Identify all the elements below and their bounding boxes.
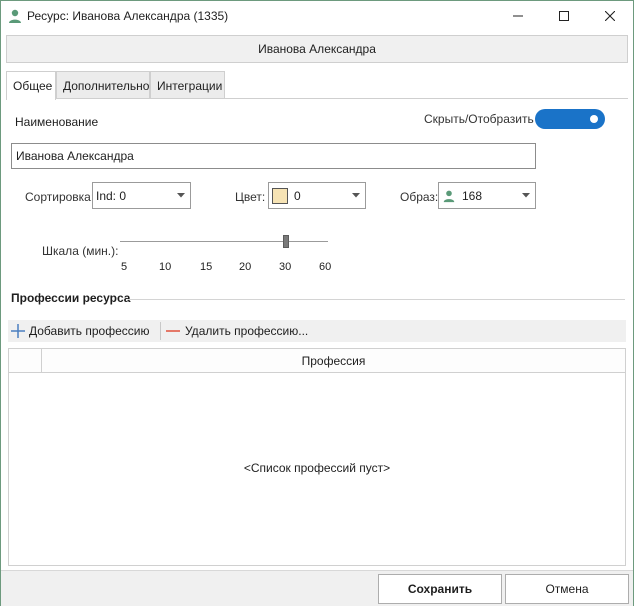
- image-value: 168: [462, 188, 483, 203]
- cancel-button[interactable]: Отмена: [505, 574, 629, 604]
- grid-header: Профессия: [9, 349, 625, 373]
- delete-profession-button[interactable]: Удалить профессию...: [166, 320, 308, 342]
- tab-integrations[interactable]: Интеграции: [150, 71, 225, 99]
- chevron-down-icon[interactable]: [172, 193, 190, 198]
- scale-tick: 10: [159, 261, 172, 273]
- sort-label: Сортировка:: [25, 190, 95, 204]
- scale-label: Шкала (мин.):: [42, 244, 119, 258]
- professions-toolbar: Добавить профессию Удалить профессию...: [8, 320, 626, 342]
- scale-slider-track[interactable]: [120, 241, 328, 242]
- name-label: Наименование: [15, 115, 99, 129]
- add-profession-button[interactable]: Добавить профессию: [11, 320, 149, 342]
- profession-column-header[interactable]: Профессия: [42, 349, 625, 372]
- row-selector-header[interactable]: [9, 349, 42, 372]
- tab-additional[interactable]: Дополнительно: [56, 71, 150, 99]
- minimize-button[interactable]: [495, 1, 541, 31]
- professions-grid[interactable]: Профессия <Список профессий пуст>: [8, 348, 626, 566]
- plus-icon: [11, 324, 25, 338]
- resource-caption: Иванова Александра: [6, 35, 628, 63]
- sort-value: Ind: 0: [96, 188, 127, 203]
- color-value: 0: [294, 188, 301, 203]
- scale-slider-thumb[interactable]: [283, 235, 289, 248]
- title-bar[interactable]: Ресурс: Иванова Александра (1335): [1, 1, 633, 31]
- color-swatch: [272, 187, 288, 204]
- person-icon: [439, 189, 459, 203]
- sort-select[interactable]: Ind: 0: [92, 182, 191, 209]
- visibility-toggle[interactable]: [535, 109, 605, 129]
- scale-tick: 20: [239, 261, 252, 273]
- color-select[interactable]: 0: [268, 182, 366, 209]
- professions-section-title: Профессии ресурса: [11, 291, 131, 305]
- toggle-knob: [590, 115, 598, 123]
- scale-tick: 15: [200, 261, 213, 273]
- section-divider: [128, 299, 625, 300]
- scale-tick: 60: [319, 261, 332, 273]
- chevron-down-icon[interactable]: [347, 193, 365, 198]
- dialog-footer: Сохранить Отмена: [1, 570, 633, 606]
- visibility-toggle-label: Скрыть/Отобразить: [424, 112, 534, 126]
- image-select[interactable]: 168: [438, 182, 536, 209]
- save-button[interactable]: Сохранить: [378, 574, 502, 604]
- window-title: Ресурс: Иванова Александра (1335): [27, 9, 229, 23]
- minus-icon: [166, 324, 180, 338]
- add-profession-label: Добавить профессию: [29, 324, 150, 338]
- maximize-button[interactable]: [541, 1, 587, 31]
- name-input[interactable]: Иванова Александра: [11, 143, 536, 169]
- image-label: Образ:: [400, 190, 439, 204]
- scale-tick: 5: [121, 261, 128, 273]
- person-icon: [7, 8, 23, 24]
- scale-tick: 30: [279, 261, 292, 273]
- resource-dialog: Ресурс: Иванова Александра (1335) Иванов…: [0, 0, 634, 606]
- empty-list-message: <Список профессий пуст>: [243, 461, 391, 475]
- color-label: Цвет:: [235, 190, 266, 204]
- delete-profession-label: Удалить профессию...: [185, 324, 309, 338]
- tab-general[interactable]: Общее: [6, 71, 56, 100]
- toolbar-separator: [160, 322, 161, 340]
- close-button[interactable]: [587, 1, 633, 31]
- chevron-down-icon[interactable]: [517, 193, 535, 198]
